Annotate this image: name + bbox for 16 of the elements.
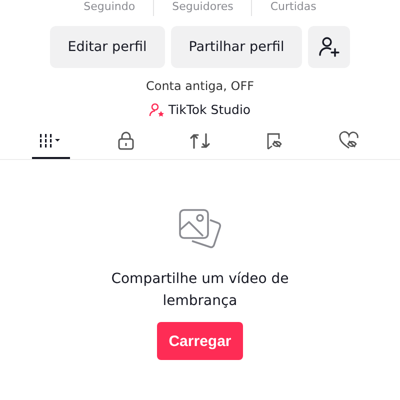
photos-icon [178, 208, 222, 250]
stat-label: Curtidas [251, 0, 334, 16]
stat-label: Seguidores [153, 0, 252, 16]
heart-icon [338, 131, 360, 151]
empty-message: Compartilhe um vídeo de lembrança [110, 270, 290, 311]
stat-label: Seguindo [82, 0, 136, 15]
add-friend-button[interactable] [308, 26, 350, 68]
profile-bio: Conta antiga, OFF [144, 78, 256, 94]
share-profile-button[interactable]: Partilhar perfil [170, 26, 302, 68]
repost-icon [188, 131, 211, 151]
edit-profile-button[interactable]: Editar perfil [50, 26, 165, 68]
upload-button[interactable]: Carregar [156, 322, 244, 360]
lock-icon [116, 131, 135, 151]
studio-link[interactable]: TikTok Studio [168, 102, 251, 117]
creator-icon [149, 102, 166, 116]
add-person-icon [318, 36, 340, 58]
